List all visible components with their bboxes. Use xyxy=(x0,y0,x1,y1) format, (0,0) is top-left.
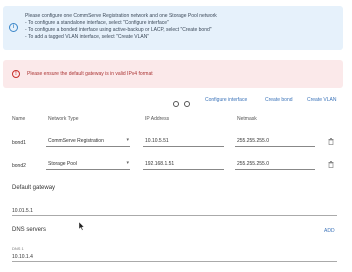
warning-banner: ! Please ensure the default gateway is i… xyxy=(3,60,343,88)
col-header-network-type: Network Type xyxy=(48,116,79,122)
col-header-ip-address: IP Address xyxy=(145,116,170,122)
ip-address-input[interactable]: 10.10.5.51 xyxy=(143,136,224,147)
col-header-netmask: Netmask xyxy=(237,116,257,122)
dns-1-label: DNS 1 xyxy=(12,246,24,251)
network-type-select[interactable]: Storage Pool ▾ xyxy=(46,159,130,170)
add-dns-button[interactable]: ADD xyxy=(324,228,335,234)
ip-address-value: 192.168.1.51 xyxy=(145,161,175,167)
delete-icon[interactable] xyxy=(328,138,334,145)
delete-icon[interactable] xyxy=(328,161,334,168)
refresh-icon xyxy=(184,101,190,107)
create-vlan-link[interactable]: Create VLAN xyxy=(307,97,336,103)
info-line: Please configure one CommServe Registrat… xyxy=(25,13,217,19)
dns-servers-label: DNS servers xyxy=(12,227,47,233)
network-type-value: Storage Pool xyxy=(48,161,77,167)
error-icon: ! xyxy=(12,70,20,78)
refresh-icon xyxy=(173,101,179,107)
netmask-value: 255.255.255.0 xyxy=(237,161,269,167)
ip-address-input[interactable]: 192.168.1.51 xyxy=(143,159,224,170)
network-type-value: CommServe Registration xyxy=(48,138,104,144)
network-type-select[interactable]: CommServe Registration ▾ xyxy=(46,136,130,147)
row-name-bond1: bond1 xyxy=(12,140,26,146)
col-header-name: Name xyxy=(12,116,26,122)
dns-1-value: 10.10.1.4 xyxy=(12,254,33,260)
info-line: - To add a tagged VLAN interface, select… xyxy=(25,34,150,40)
chevron-down-icon: ▾ xyxy=(126,160,129,166)
info-banner: i Please configure one CommServe Registr… xyxy=(3,6,343,50)
dns-1-input[interactable]: 10.10.1.4 xyxy=(12,252,337,262)
default-gateway-value: 10.01.5.1 xyxy=(12,208,33,214)
ip-address-value: 10.10.5.51 xyxy=(145,138,169,144)
info-icon: i xyxy=(9,23,18,32)
row-name-bond2: bond2 xyxy=(12,163,26,169)
mouse-cursor-icon xyxy=(79,222,85,231)
info-line: - To configure a bonded interface using … xyxy=(25,27,212,33)
configure-interface-link[interactable]: Configure interface xyxy=(205,97,247,103)
default-gateway-label: Default gateway xyxy=(12,185,56,191)
warning-text: Please ensure the default gateway is in … xyxy=(27,71,153,77)
default-gateway-input[interactable]: 10.01.5.1 xyxy=(12,206,337,216)
netmask-value: 255.255.255.0 xyxy=(237,138,269,144)
info-text: Please configure one CommServe Registrat… xyxy=(25,13,217,41)
create-bond-link[interactable]: Create bond xyxy=(265,97,293,103)
netmask-input[interactable]: 255.255.255.0 xyxy=(235,159,315,170)
info-line: - To configure a standalone interface, s… xyxy=(25,20,169,26)
netmask-input[interactable]: 255.255.255.0 xyxy=(235,136,315,147)
chevron-down-icon: ▾ xyxy=(126,137,129,143)
